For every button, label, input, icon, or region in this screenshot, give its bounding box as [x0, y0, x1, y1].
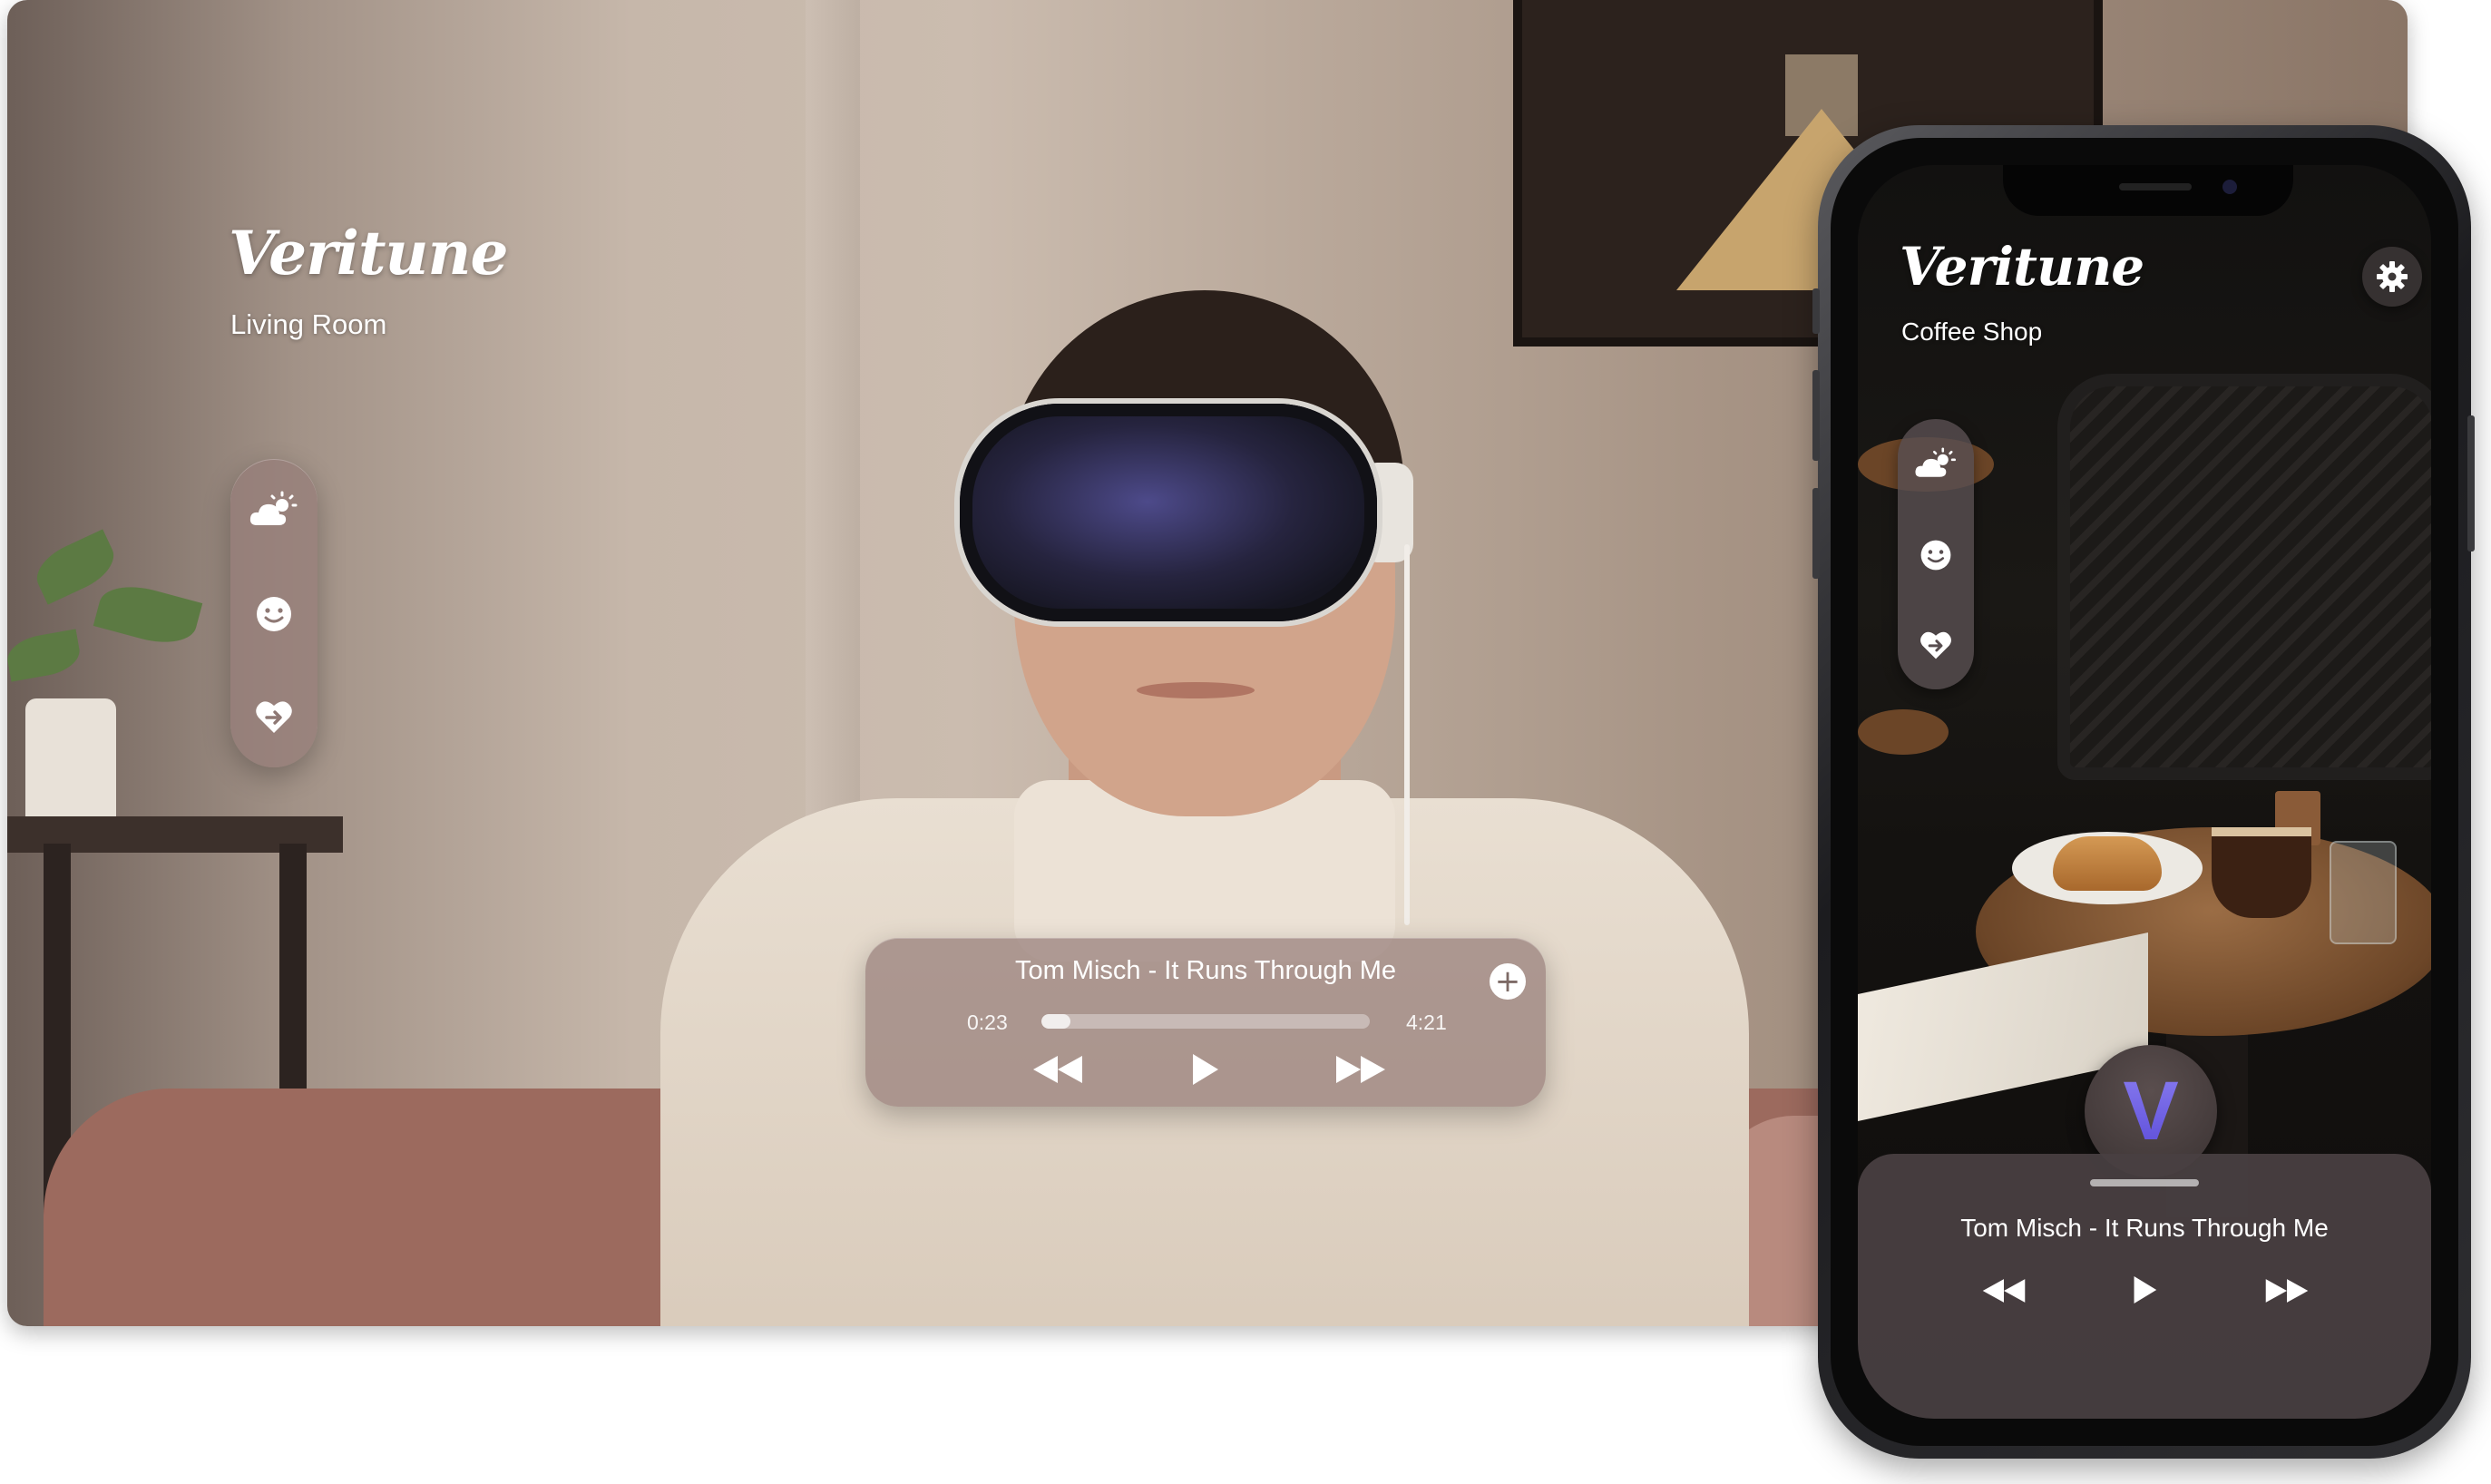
sheet-grabber[interactable]	[2090, 1179, 2199, 1186]
croissant	[2053, 836, 2162, 891]
vr-track-title: Tom Misch - It Runs Through Me	[1014, 956, 1397, 985]
phone-track-title: Tom Misch - It Runs Through Me	[1960, 1214, 2329, 1242]
gear-icon	[2377, 261, 2408, 292]
vr-mood-smile-button[interactable]	[254, 594, 294, 634]
vr-progress-bar[interactable]	[1041, 1014, 1370, 1029]
phone-mood-smile-button[interactable]	[1919, 538, 1953, 572]
plant-leaf	[93, 577, 203, 652]
plant-leaf	[7, 629, 83, 682]
phone-device: Veritune Coffee Shop V Tom Misch - It Ru…	[1812, 125, 2475, 1459]
phone-screen: Veritune Coffee Shop V Tom Misch - It Ru…	[1858, 165, 2431, 1419]
vr-progress-fill	[1041, 1014, 1070, 1029]
veritune-v-logo: V	[2123, 1064, 2179, 1157]
vr-brand-logo: Veritune	[229, 218, 508, 288]
vr-player: Tom Misch - It Runs Through Me + 0:23 4:…	[865, 938, 1546, 1107]
phone-notch	[2003, 165, 2293, 216]
vr-mood-weather-button[interactable]	[248, 491, 300, 531]
vr-add-button[interactable]: +	[1490, 963, 1526, 1000]
coffee-cup	[2212, 827, 2311, 918]
fast-forward-icon	[2265, 1279, 2309, 1303]
phone-mood-heart-button[interactable]	[1919, 629, 1953, 661]
settings-button[interactable]	[2362, 247, 2422, 307]
vr-fast-forward-button[interactable]	[1330, 1047, 1392, 1092]
vr-rewind-button[interactable]	[1027, 1047, 1089, 1092]
vr-mood-heart-button[interactable]	[254, 698, 294, 736]
water-glass	[2330, 841, 2397, 944]
plant-vase	[25, 698, 116, 835]
phone-brand-logo: Veritune	[1900, 236, 2144, 298]
fast-forward-icon	[1336, 1056, 1385, 1083]
phone-room-label: Coffee Shop	[1901, 317, 2043, 346]
heart-icon	[256, 701, 292, 733]
phone-rewind-button[interactable]	[1976, 1270, 2032, 1312]
vr-play-button[interactable]	[1177, 1045, 1232, 1094]
rewind-icon	[1033, 1056, 1082, 1083]
phone-play-button[interactable]	[2121, 1266, 2168, 1313]
cafe-chair	[2057, 374, 2431, 780]
play-icon	[2134, 1276, 2157, 1303]
smile-icon	[257, 597, 291, 631]
phone-mood-weather-button[interactable]	[1913, 447, 1959, 482]
plus-icon: +	[1494, 963, 1521, 1000]
phone-fast-forward-button[interactable]	[2259, 1270, 2315, 1312]
play-icon	[1193, 1054, 1218, 1085]
weather-icon	[249, 491, 298, 525]
vr-duration-time: 4:21	[1406, 1010, 1447, 1034]
vr-elapsed-time: 0:23	[967, 1010, 1008, 1034]
rewind-icon	[1982, 1279, 2026, 1303]
phone-player: Tom Misch - It Runs Through Me	[1858, 1154, 2431, 1419]
phone-mood-bar	[1898, 419, 1974, 689]
vr-room-label: Living Room	[230, 308, 387, 340]
headset-cable	[1404, 544, 1410, 925]
weather-icon	[1915, 447, 1956, 477]
vr-headset	[960, 404, 1377, 621]
smile-icon	[1920, 540, 1951, 571]
vr-mood-bar	[230, 459, 317, 767]
heart-icon	[1920, 631, 1951, 659]
